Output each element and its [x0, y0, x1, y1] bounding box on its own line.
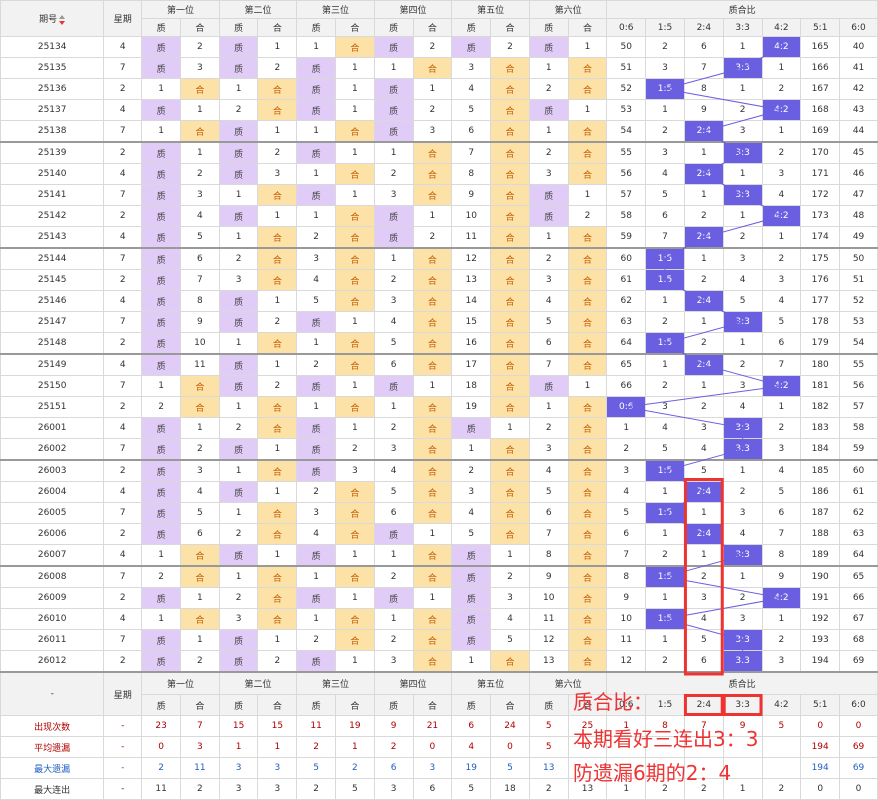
- annotation-line3: 防遗漏6期的2：4: [573, 761, 732, 785]
- footer-box-33: [722, 694, 763, 716]
- annotation-line1: 质合比：: [573, 690, 653, 714]
- footer-box-24: [683, 694, 724, 716]
- trend-overlay: [626, 46, 783, 716]
- highlight-box-24: [683, 478, 724, 676]
- annotation-line2: 本期看好三连出3：3: [573, 727, 759, 751]
- trend-line: [626, 46, 783, 662]
